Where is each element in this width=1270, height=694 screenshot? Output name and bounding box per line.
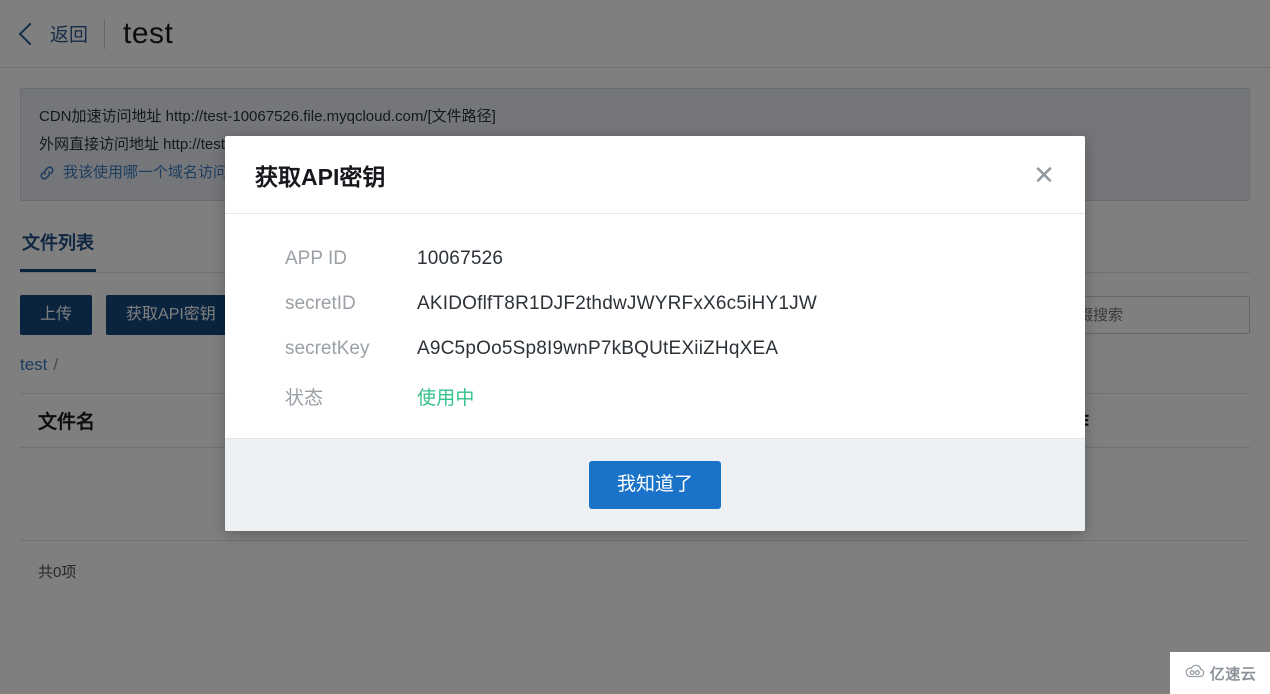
confirm-button[interactable]: 我知道了	[588, 461, 721, 509]
status-badge: 使用中	[417, 388, 475, 409]
field-app-id: APP ID 10067526	[285, 248, 1055, 270]
field-label: 状态	[285, 388, 324, 409]
dialog-footer: 我知道了	[225, 438, 1085, 531]
field-value: A9C5pOo5Sp8I9wnP7kBQUtEXiiZHqXEA	[417, 338, 779, 359]
field-status: 状态 使用中	[285, 383, 1055, 410]
field-label: secretKey	[285, 338, 370, 359]
watermark-label: 亿速云	[1209, 665, 1257, 683]
dialog-title: 获取API密钥	[255, 163, 386, 190]
field-value: AKIDOflfT8R1DJF2thdwJWYRFxX6c5iHY1JW	[417, 293, 817, 314]
dialog-header: 获取API密钥 ✕	[225, 136, 1085, 214]
api-key-dialog: 获取API密钥 ✕ APP ID 10067526 secretID AKIDO…	[225, 136, 1085, 531]
field-value: 10067526	[417, 248, 504, 269]
dialog-body: APP ID 10067526 secretID AKIDOflfT8R1DJF…	[225, 214, 1085, 438]
field-label: APP ID	[285, 248, 347, 269]
field-label: secretID	[285, 293, 356, 314]
field-secret-id: secretID AKIDOflfT8R1DJF2thdwJWYRFxX6c5i…	[285, 293, 1055, 315]
cloud-icon	[1184, 663, 1206, 684]
watermark: 亿速云	[1170, 652, 1270, 694]
close-icon[interactable]: ✕	[1029, 160, 1059, 190]
field-secret-key: secretKey A9C5pOo5Sp8I9wnP7kBQUtEXiiZHqX…	[285, 338, 1055, 360]
